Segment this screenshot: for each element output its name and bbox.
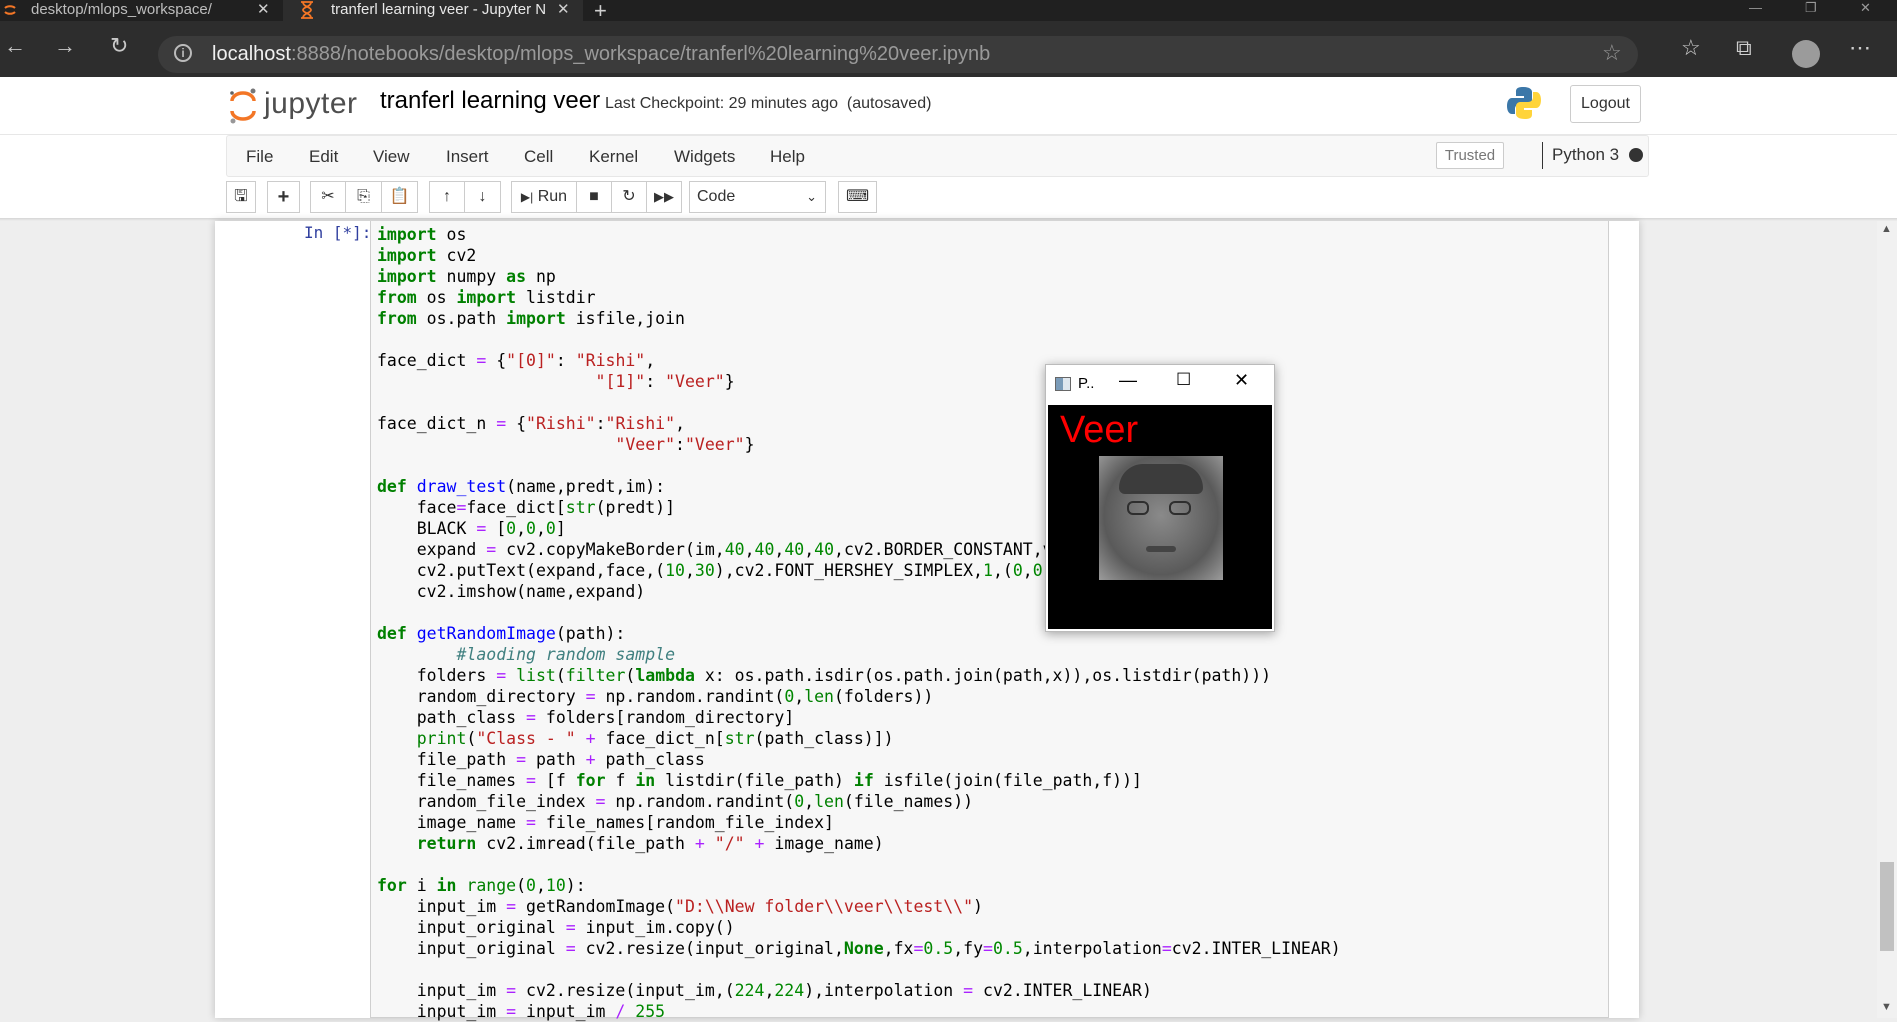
restore-window-icon[interactable]: ❐ xyxy=(1805,0,1817,16)
run-button[interactable]: ▶| Run xyxy=(511,181,577,213)
forward-arrow-icon[interactable]: → xyxy=(54,33,76,59)
face-mouth xyxy=(1146,546,1176,552)
restart-icon[interactable]: ↻ xyxy=(611,181,647,213)
menu-widgets[interactable]: Widgets xyxy=(674,147,735,167)
jupyter-favicon-icon xyxy=(4,5,16,15)
window-app-icon xyxy=(1055,377,1071,391)
menu-view[interactable]: View xyxy=(373,147,410,167)
page-scrollbar[interactable]: ▲ ▼ xyxy=(1877,221,1897,1018)
chevron-down-icon: ⌄ xyxy=(806,189,817,204)
insert-cell-button[interactable]: + xyxy=(267,181,300,213)
kernel-separator xyxy=(1542,142,1543,169)
move-up-icon[interactable]: ↑ xyxy=(429,181,465,213)
browser-tab-notebook[interactable]: tranferl learning veer - Jupyter N ✕ xyxy=(283,0,583,21)
menu-edit[interactable]: Edit xyxy=(309,147,338,167)
maximize-icon[interactable]: ☐ xyxy=(1176,370,1191,390)
minimize-icon[interactable]: — xyxy=(1119,370,1137,391)
checkpoint-status: Last Checkpoint: 29 minutes ago (autosav… xyxy=(605,95,932,112)
collections-icon[interactable]: ⧉ xyxy=(1736,35,1752,61)
logout-button[interactable]: Logout xyxy=(1570,85,1641,123)
menu-help[interactable]: Help xyxy=(770,147,805,167)
python-logo-icon xyxy=(1507,87,1541,119)
tab-title: tranferl learning veer - Jupyter N xyxy=(331,1,547,18)
more-menu-icon[interactable]: ⋯ xyxy=(1849,35,1871,61)
reload-icon[interactable]: ↻ xyxy=(110,33,128,59)
opencv-window-title: P.. xyxy=(1078,375,1095,392)
move-down-icon[interactable]: ↓ xyxy=(464,181,501,213)
opencv-image: Veer xyxy=(1048,405,1272,629)
kernel-busy-indicator xyxy=(1629,148,1643,162)
paste-icon[interactable]: 📋 xyxy=(381,181,418,213)
scroll-up-arrow-icon[interactable]: ▲ xyxy=(1881,223,1892,235)
menu-file[interactable]: File xyxy=(246,147,273,167)
browser-tab-strip: desktop/mlops_workspace/ ✕ tranferl lear… xyxy=(0,0,1897,23)
hourglass-icon xyxy=(301,1,313,19)
menu-insert[interactable]: Insert xyxy=(446,147,489,167)
menu-kernel[interactable]: Kernel xyxy=(589,147,638,167)
close-window-icon[interactable]: ✕ xyxy=(1860,0,1871,16)
close-icon[interactable]: ✕ xyxy=(1234,370,1249,391)
scrollbar-thumb[interactable] xyxy=(1880,862,1894,951)
jupyter-header: jupyter tranferl learning veer Last Chec… xyxy=(0,77,1897,134)
menu-cell[interactable]: Cell xyxy=(524,147,553,167)
run-icon: ▶| xyxy=(520,190,534,204)
back-arrow-icon[interactable]: ← xyxy=(4,33,26,59)
copy-icon[interactable]: ⎘ xyxy=(345,181,382,213)
tab-title: desktop/mlops_workspace/ xyxy=(31,1,212,18)
face-hair xyxy=(1119,464,1203,494)
opencv-image-window[interactable]: P.. — ☐ ✕ Veer xyxy=(1045,364,1275,632)
minimize-window-icon[interactable]: — xyxy=(1749,0,1762,15)
jupyter-logo-icon xyxy=(230,88,256,124)
cut-icon[interactable]: ✂ xyxy=(310,181,346,213)
favorite-star-icon[interactable]: ☆ xyxy=(1602,40,1622,66)
notebook-toolbar: 🖫 + ✂ ⎘ 📋 ↑ ↓ ▶| Run ■ ↻ ▶▶ Code ⌄ ⌨ xyxy=(0,177,1897,219)
notebook-title[interactable]: tranferl learning veer xyxy=(380,87,600,115)
profile-avatar[interactable] xyxy=(1792,40,1820,68)
cell-prompt: In [*]: xyxy=(304,223,372,242)
code-editor[interactable]: import os import cv2 import numpy as np fro… xyxy=(370,221,1609,1021)
face-glasses-left xyxy=(1127,501,1149,515)
browser-tab-workspace[interactable]: desktop/mlops_workspace/ ✕ xyxy=(0,0,282,21)
prediction-label: Veer xyxy=(1060,409,1139,451)
scroll-down-arrow-icon[interactable]: ▼ xyxy=(1881,1001,1892,1013)
save-icon[interactable]: 🖫 xyxy=(226,181,256,213)
address-bar[interactable]: i localhost:8888/notebooks/desktop/mlops… xyxy=(158,36,1638,73)
restart-run-all-icon[interactable]: ▶▶ xyxy=(646,181,682,213)
favorites-list-icon[interactable]: ☆ xyxy=(1681,35,1701,61)
face-glasses-right xyxy=(1169,501,1191,515)
kernel-name: Python 3 xyxy=(1552,145,1620,164)
opencv-window-titlebar[interactable]: P.. — ☐ ✕ xyxy=(1046,365,1274,403)
keyboard-icon[interactable]: ⌨ xyxy=(838,181,877,213)
close-icon[interactable]: ✕ xyxy=(257,0,270,19)
notebook-container: In [*]: import os import cv2 import numpy … xyxy=(215,221,1639,1021)
cell-type-select[interactable]: Code ⌄ xyxy=(689,181,826,213)
site-info-icon[interactable]: i xyxy=(174,44,192,62)
close-icon[interactable]: ✕ xyxy=(557,0,570,19)
jupyter-logo[interactable]: jupyter xyxy=(228,85,368,125)
code-cell[interactable]: In [*]: import os import cv2 import numpy … xyxy=(225,221,1613,1021)
url-text: localhost:8888/notebooks/desktop/mlops_w… xyxy=(212,43,991,65)
interrupt-icon[interactable]: ■ xyxy=(576,181,612,213)
face-photo xyxy=(1099,456,1223,580)
trusted-indicator[interactable]: Trusted xyxy=(1436,142,1504,169)
browser-toolbar: ← → ↻ i localhost:8888/notebooks/desktop… xyxy=(0,21,1897,77)
